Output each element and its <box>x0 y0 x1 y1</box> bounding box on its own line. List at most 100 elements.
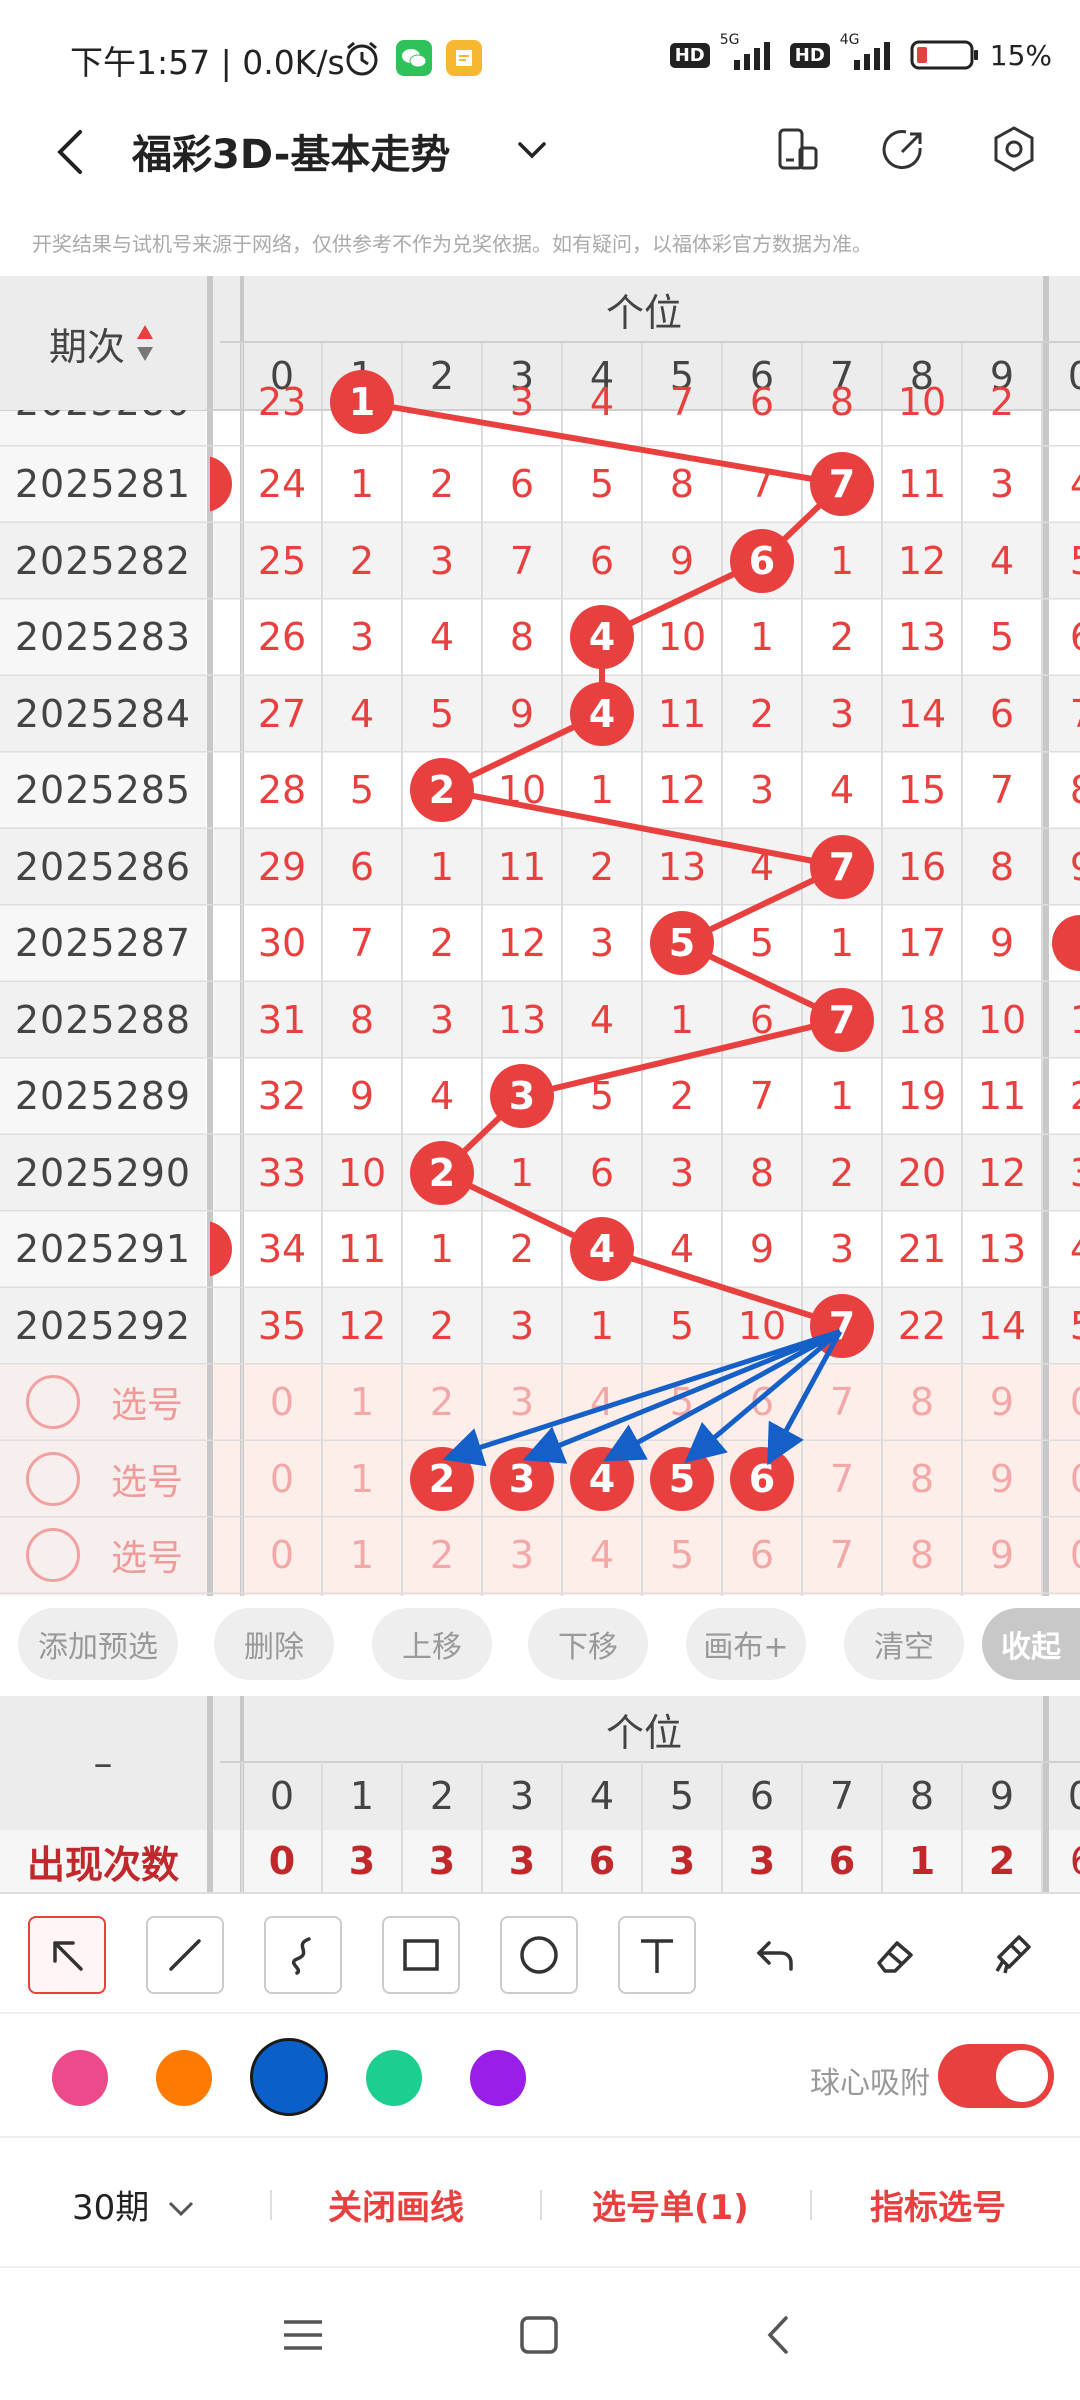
value-cell: 12 <box>657 768 707 812</box>
indicator-pick-button[interactable]: 指标选号 <box>870 2180 1006 2229</box>
period-header-cell[interactable]: 期次 <box>0 276 206 410</box>
select-number-cell[interactable]: 0 <box>242 1440 322 1517</box>
select-number-cell[interactable]: 3 <box>482 1517 562 1594</box>
snap-toggle[interactable] <box>938 2044 1054 2108</box>
select-number-cell[interactable]: 5 <box>642 1364 722 1441</box>
value-cell: 4 <box>429 1074 455 1118</box>
hd-badge-2: HD <box>789 42 830 68</box>
color-orange[interactable] <box>156 2050 212 2106</box>
value-cell: 10 <box>977 997 1027 1042</box>
status-time: 下午1:57 | 0.0K/s <box>70 43 345 82</box>
settings-icon[interactable] <box>986 122 1042 178</box>
value-cell: 13 <box>657 844 707 889</box>
select-number-cell[interactable]: 8 <box>882 1517 962 1594</box>
value-cell: 5 <box>429 691 455 736</box>
select-number-cell[interactable]: 9 <box>962 1440 1042 1517</box>
home-icon[interactable] <box>516 2312 562 2358</box>
digit-header-partial: 0 <box>1050 342 1080 410</box>
color-green[interactable] <box>366 2050 422 2106</box>
move-up-button[interactable]: 上移 <box>372 1608 492 1680</box>
value-cell: 16 <box>897 844 947 889</box>
back-nav-icon[interactable] <box>756 2312 802 2358</box>
period-cell: 2025283 <box>14 615 192 659</box>
select-number-cell[interactable]: 2 <box>402 1364 482 1441</box>
appearance-count-cell: 2 <box>988 1839 1016 1883</box>
move-down-button[interactable]: 下移 <box>528 1608 648 1680</box>
chevron-down-icon[interactable] <box>512 130 552 170</box>
close-lines-button[interactable]: 关闭画线 <box>328 2180 464 2229</box>
add-preselect-button[interactable]: 添加预选 <box>18 1608 178 1680</box>
select-row-radio[interactable] <box>26 1451 80 1506</box>
select-number-cell[interactable]: 6 <box>722 1517 802 1594</box>
cursor-arrow-tool[interactable] <box>28 1916 106 1994</box>
select-number-cell[interactable]: 9 <box>962 1517 1042 1594</box>
appearance-count-cell: 3 <box>348 1839 376 1883</box>
select-number-cell[interactable]: 0 <box>242 1364 322 1441</box>
delete-button[interactable]: 删除 <box>214 1608 334 1680</box>
value-cell: 34 <box>257 1227 307 1271</box>
select-number-cell[interactable]: 1 <box>322 1517 402 1594</box>
eraser-tool[interactable] <box>856 1916 934 1994</box>
select-number-cell[interactable]: 3 <box>482 1364 562 1441</box>
undo-tool[interactable] <box>736 1916 814 1994</box>
value-cell: 5 <box>589 1074 615 1118</box>
separator <box>540 2190 542 2220</box>
line-tool[interactable] <box>146 1916 224 1994</box>
value-cell: 5 <box>989 615 1015 659</box>
value-cell: 5 <box>349 768 375 812</box>
select-number-cell[interactable]: 2 <box>402 1517 482 1594</box>
text-tool[interactable] <box>618 1916 696 1994</box>
drawing-toolbar <box>0 1892 1080 2012</box>
select-number-cell[interactable]: 7 <box>802 1440 882 1517</box>
select-number-cell[interactable]: 5 <box>642 1517 722 1594</box>
select-row-label: 选号 <box>110 1385 183 1426</box>
circle-tool[interactable] <box>500 1916 578 1994</box>
select-number-cell[interactable]: 6 <box>722 1364 802 1441</box>
curve-tool[interactable] <box>264 1916 342 1994</box>
sort-icon[interactable] <box>133 323 157 363</box>
stats-digit-header: 0 <box>269 1774 295 1818</box>
value-cell: 6 <box>749 997 775 1042</box>
select-number-cell[interactable]: 1 <box>322 1364 402 1441</box>
phone-layout-icon[interactable] <box>770 122 826 178</box>
menu-icon[interactable] <box>280 2312 326 2358</box>
select-number-cell[interactable]: 8 <box>882 1364 962 1441</box>
select-row-label: 选号 <box>110 1538 183 1579</box>
collapse-button[interactable]: 收起 <box>982 1608 1080 1680</box>
period-cell: 2025285 <box>14 768 192 812</box>
color-purple[interactable] <box>470 2050 526 2106</box>
value-cell: 7 <box>749 1074 775 1118</box>
value-cell: 7 <box>749 462 775 506</box>
select-number-cell[interactable]: 8 <box>882 1440 962 1517</box>
value-cell-edge: 0 <box>1052 905 1080 982</box>
clear-button[interactable]: 清空 <box>844 1608 964 1680</box>
value-cell: 9 <box>669 538 695 583</box>
value-cell: 13 <box>497 997 547 1042</box>
appearance-count-label: 出现次数 <box>26 1842 179 1887</box>
select-number-cell[interactable]: 4 <box>562 1364 642 1441</box>
separator <box>270 2190 272 2220</box>
value-cell: 8 <box>669 462 695 506</box>
value-cell: 12 <box>897 538 947 583</box>
select-number-cell[interactable]: 7 <box>802 1517 882 1594</box>
share-icon[interactable] <box>876 122 932 178</box>
select-number-cell[interactable]: 0 <box>242 1517 322 1594</box>
value-cell-edge: 6 <box>1052 599 1080 676</box>
select-row-radio[interactable] <box>26 1528 80 1582</box>
color-pink[interactable] <box>52 2050 108 2106</box>
stats-digit-header: 7 <box>829 1774 855 1818</box>
color-blue-selected[interactable] <box>250 2038 328 2116</box>
back-icon[interactable] <box>44 122 104 182</box>
value-cell: 1 <box>749 615 775 659</box>
clear-brush-tool[interactable] <box>974 1916 1052 1994</box>
select-row-radio[interactable] <box>26 1375 80 1429</box>
pick-list-button[interactable]: 选号单(1) <box>592 2180 749 2229</box>
period-count-select[interactable]: 30期 <box>72 2180 196 2229</box>
canvas-add-button[interactable]: 画布+ <box>686 1608 806 1680</box>
select-number-cell[interactable]: 1 <box>322 1440 402 1517</box>
select-number-cell[interactable]: 7 <box>802 1364 882 1441</box>
select-number-cell[interactable]: 4 <box>562 1517 642 1594</box>
rectangle-tool[interactable] <box>382 1916 460 1994</box>
select-number-cell[interactable]: 9 <box>962 1364 1042 1441</box>
snap-toggle-knob <box>996 2050 1048 2102</box>
